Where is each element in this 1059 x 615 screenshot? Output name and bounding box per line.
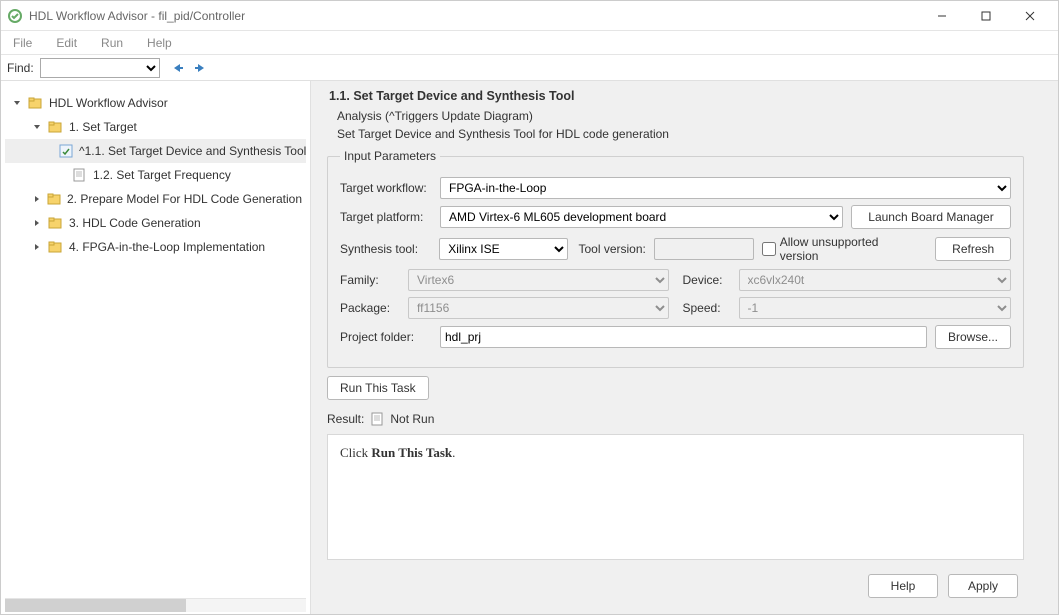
menu-help[interactable]: Help [141,34,178,52]
folder-icon [47,215,63,231]
status-icon [370,412,384,426]
menu-edit[interactable]: Edit [50,34,83,52]
browse-button[interactable]: Browse... [935,325,1011,349]
find-input[interactable] [40,58,160,78]
maximize-button[interactable] [964,2,1008,30]
sidebar-hscroll[interactable] [5,598,306,612]
tree-node-label: 1.2. Set Target Frequency [91,168,231,182]
panel-desc: Set Target Device and Synthesis Tool for… [337,127,1032,141]
content-panel: 1.1. Set Target Device and Synthesis Too… [311,81,1044,614]
task-icon [59,143,73,159]
tree-node-label: ^1.1. Set Target Device and Synthesis To… [77,144,306,158]
tree-node-label: 4. FPGA-in-the-Loop Implementation [67,240,265,254]
allow-unsupported-checkbox[interactable]: Allow unsupported version [762,235,920,263]
help-button[interactable]: Help [868,574,938,598]
group-legend: Input Parameters [340,149,440,163]
package-select: ff1156 [408,297,669,319]
result-label: Result: [327,412,364,426]
allow-unsupported-label: Allow unsupported version [780,235,920,263]
tree-node-prepare-model[interactable]: 2. Prepare Model For HDL Code Generation [5,187,306,211]
menu-run[interactable]: Run [95,34,129,52]
tree-node-label: 3. HDL Code Generation [67,216,201,230]
result-output: Click Run This Task. [327,434,1024,560]
target-platform-select[interactable]: AMD Virtex-6 ML605 development board [440,206,843,228]
project-folder-field[interactable] [440,326,927,348]
family-select: Virtex6 [408,269,669,291]
sidebar: HDL Workflow Advisor 1. Set Target ^1.1.… [1,81,311,614]
chevron-down-icon[interactable] [11,99,23,107]
find-next-button[interactable] [192,59,212,77]
minimize-button[interactable] [920,2,964,30]
footer: Help Apply [319,566,1032,610]
allow-unsupported-input[interactable] [762,242,776,256]
panel-title: 1.1. Set Target Device and Synthesis Too… [329,89,1032,103]
label-toolver: Tool version: [576,242,645,256]
folder-icon [47,119,63,135]
label-synth: Synthesis tool: [340,242,431,256]
menubar: File Edit Run Help [1,31,1058,55]
chevron-right-icon[interactable] [31,219,43,227]
result-msg-suffix: . [452,445,455,460]
label-workflow: Target workflow: [340,181,432,195]
launch-board-manager-button[interactable]: Launch Board Manager [851,205,1011,229]
main-area: HDL Workflow Advisor 1. Set Target ^1.1.… [1,81,1058,614]
titlebar: HDL Workflow Advisor - fil_pid/Controlle… [1,1,1058,31]
chevron-down-icon[interactable] [31,123,43,131]
menu-file[interactable]: File [7,34,38,52]
window-controls [920,2,1052,30]
tree-node-target-device[interactable]: ^1.1. Set Target Device and Synthesis To… [5,139,306,163]
folder-icon [46,191,61,207]
tree-root[interactable]: HDL Workflow Advisor [5,91,306,115]
synthesis-tool-select[interactable]: Xilinx ISE [439,238,568,260]
result-msg-prefix: Click [340,445,371,460]
label-platform: Target platform: [340,210,432,224]
tool-version-field [654,238,754,260]
folder-icon [27,95,43,111]
content-vscroll[interactable] [1044,81,1058,614]
panel-analysis-note: Analysis (^Triggers Update Diagram) [337,109,1032,123]
speed-select: -1 [739,297,1012,319]
tree-node-label: 1. Set Target [67,120,137,134]
apply-button[interactable]: Apply [948,574,1018,598]
run-this-task-button[interactable]: Run This Task [327,376,429,400]
find-prev-button[interactable] [166,59,186,77]
tree-node-fil[interactable]: 4. FPGA-in-the-Loop Implementation [5,235,306,259]
app-icon [7,8,23,24]
chevron-right-icon[interactable] [31,243,43,251]
tree-node-set-target[interactable]: 1. Set Target [5,115,306,139]
device-select: xc6vlx240t [739,269,1012,291]
chevron-right-icon[interactable] [31,195,42,203]
result-msg-bold: Run This Task [371,445,452,460]
label-device: Device: [683,273,731,287]
window-title: HDL Workflow Advisor - fil_pid/Controlle… [29,9,245,23]
tree-root-label: HDL Workflow Advisor [47,96,168,110]
refresh-button[interactable]: Refresh [935,237,1011,261]
label-speed: Speed: [683,301,731,315]
tree-node-label: 2. Prepare Model For HDL Code Generation [65,192,302,206]
tree-node-target-frequency[interactable]: 1.2. Set Target Frequency [5,163,306,187]
target-workflow-select[interactable]: FPGA-in-the-Loop [440,177,1011,199]
result-status: Not Run [390,412,434,426]
tree-node-code-gen[interactable]: 3. HDL Code Generation [5,211,306,235]
input-params-group: Input Parameters Target workflow: FPGA-i… [327,149,1024,368]
label-family: Family: [340,273,400,287]
close-button[interactable] [1008,2,1052,30]
label-package: Package: [340,301,400,315]
findbar: Find: [1,55,1058,81]
tree: HDL Workflow Advisor 1. Set Target ^1.1.… [1,87,310,598]
find-label: Find: [7,61,34,75]
doc-icon [71,167,87,183]
folder-icon [47,239,63,255]
label-projfolder: Project folder: [340,330,432,344]
